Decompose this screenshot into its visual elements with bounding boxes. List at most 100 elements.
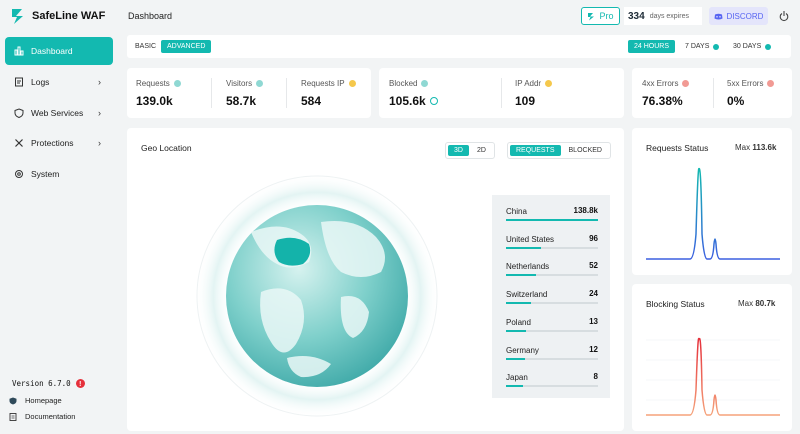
stat-label: IP Addr xyxy=(515,79,542,88)
range-30-days[interactable]: 30 DAYS xyxy=(727,40,777,53)
sidebar-item-logs[interactable]: Logs › xyxy=(5,68,113,96)
country-row[interactable]: Japan 8 xyxy=(506,372,598,387)
sidebar-item-dashboard[interactable]: Dashboard xyxy=(5,37,113,65)
divider xyxy=(713,78,714,108)
country-name: Netherlands xyxy=(506,262,550,271)
metric-requests-button[interactable]: REQUESTS xyxy=(510,145,561,156)
metric-blocked-button[interactable]: BLOCKED xyxy=(563,145,608,156)
stat-value: 0% xyxy=(727,94,745,108)
stat-value: 109 xyxy=(515,94,536,108)
ip-icon xyxy=(545,80,553,87)
requests-status-sparkline[interactable] xyxy=(646,164,780,264)
homepage-link[interactable]: Homepage xyxy=(9,396,62,405)
chart-icon xyxy=(14,46,24,56)
blocking-status-card: Blocking Status Max 80.7k xyxy=(632,284,792,431)
stat-value: 58.7k xyxy=(226,94,257,108)
chevron-right-icon: › xyxy=(98,77,101,87)
stat-value: 139.0k xyxy=(136,94,173,108)
country-bar xyxy=(506,302,598,304)
country-bar-fill xyxy=(506,385,523,387)
blocking-max: Max 80.7k xyxy=(738,299,775,308)
range-24-hours[interactable]: 24 HOURS xyxy=(628,40,676,53)
country-bar-fill xyxy=(506,358,526,360)
metric-toggle: REQUESTS BLOCKED xyxy=(507,142,611,159)
country-row[interactable]: Netherlands 52 xyxy=(506,261,598,276)
documentation-link[interactable]: Documentation xyxy=(9,412,75,421)
sidebar-item-protections[interactable]: Protections › xyxy=(5,129,113,157)
sidebar-item-web-services[interactable]: Web Services › xyxy=(5,99,113,127)
range-7-days-label: 7 DAYS xyxy=(685,43,710,50)
ip-icon xyxy=(348,80,356,87)
stat-5xx-errors: 5xx Errors 0% xyxy=(727,79,775,108)
mode-advanced[interactable]: ADVANCED xyxy=(161,40,212,53)
discord-button[interactable]: DISCORD xyxy=(709,7,768,25)
country-name: United States xyxy=(506,235,555,244)
user-icon xyxy=(173,80,181,87)
country-value: 12 xyxy=(589,345,598,354)
update-warning-icon[interactable]: ! xyxy=(75,379,85,388)
divider xyxy=(211,78,212,108)
gear-icon xyxy=(15,170,23,178)
globe-3d[interactable] xyxy=(191,172,443,420)
stat-label: Requests IP xyxy=(301,79,345,88)
requests-max: Max 113.6k xyxy=(735,143,776,152)
pro-button[interactable]: Pro xyxy=(581,7,620,25)
chevron-right-icon: › xyxy=(98,108,101,118)
shield-icon xyxy=(14,108,24,118)
users-icon xyxy=(256,80,264,87)
mode-basic[interactable]: BASIC xyxy=(129,40,162,53)
blocking-status-sparkline[interactable] xyxy=(646,320,780,420)
country-value: 13 xyxy=(589,317,598,326)
country-bar xyxy=(506,385,598,387)
divider xyxy=(286,78,287,108)
pro-badge-icon xyxy=(713,43,720,50)
log-icon xyxy=(15,77,23,87)
discord-label: DISCORD xyxy=(726,11,764,21)
safeline-logo-icon xyxy=(12,9,23,24)
globe-icon xyxy=(421,80,429,87)
country-row[interactable]: United States 96 xyxy=(506,234,598,249)
view-2d-button[interactable]: 2D xyxy=(471,145,492,156)
country-row[interactable]: Poland 13 xyxy=(506,317,598,332)
country-bar-fill xyxy=(506,247,541,249)
sidebar-item-system[interactable]: System xyxy=(5,160,113,188)
country-value: 8 xyxy=(593,372,598,381)
country-value: 52 xyxy=(589,261,598,270)
requests-status-title: Requests Status xyxy=(646,143,709,153)
stat-label: 4xx Errors xyxy=(642,79,679,88)
info-icon[interactable] xyxy=(429,97,438,105)
country-row[interactable]: China 138.8k xyxy=(506,206,598,221)
max-value: 113.6k xyxy=(752,143,777,152)
stat-requests-ip: Requests IP 584 xyxy=(301,79,356,108)
sidebar-item-label: Dashboard xyxy=(31,46,73,56)
country-name: Poland xyxy=(506,318,531,327)
country-bar xyxy=(506,247,598,249)
view-mode-toggle: 3D 2D xyxy=(445,142,495,159)
country-name: Germany xyxy=(506,346,539,355)
country-list: China 138.8k United States 96 Netherland… xyxy=(492,195,610,398)
geo-title: Geo Location xyxy=(141,143,192,153)
stat-value: 105.6k xyxy=(389,94,426,108)
country-row[interactable]: Germany 12 xyxy=(506,345,598,360)
logout-icon[interactable] xyxy=(779,10,789,22)
alert-icon xyxy=(767,80,775,87)
doc-icon xyxy=(9,412,17,421)
stat-ip-addr: IP Addr 109 xyxy=(515,79,553,108)
blocking-status-title: Blocking Status xyxy=(646,299,705,309)
requests-status-card: Requests Status Max 113.6k xyxy=(632,128,792,275)
china-highlight[interactable] xyxy=(274,237,311,266)
view-3d-button[interactable]: 3D xyxy=(448,145,469,156)
country-bar-fill xyxy=(506,302,531,304)
range-7-days[interactable]: 7 DAYS xyxy=(679,40,725,53)
app-logo[interactable]: SafeLine WAF xyxy=(10,7,120,25)
version-info: Version 6.7.0 ! xyxy=(12,379,85,388)
country-name: Japan xyxy=(506,373,528,382)
filter-bar: BASIC ADVANCED 24 HOURS 7 DAYS 30 DAYS xyxy=(127,35,791,58)
country-row[interactable]: Switzerland 24 xyxy=(506,289,598,304)
country-bar xyxy=(506,274,598,276)
stat-label: Visitors xyxy=(226,79,253,88)
max-label: Max xyxy=(735,143,751,152)
country-bar-fill xyxy=(506,274,537,276)
shield-home-icon xyxy=(9,397,17,404)
country-value: 138.8k xyxy=(573,206,598,215)
